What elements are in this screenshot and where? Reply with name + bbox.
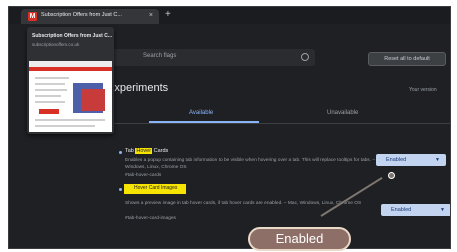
flag-status-select[interactable]: Enabled ▼ bbox=[381, 204, 450, 216]
preview-text-line bbox=[35, 95, 61, 97]
flag-title-suffix: Cards bbox=[152, 148, 169, 154]
dropdown-arrow-icon: ▼ bbox=[435, 157, 440, 163]
flag-status-select[interactable]: Enabled ▼ bbox=[376, 154, 446, 166]
tab-title: Subscription Offers from Just C... bbox=[41, 12, 122, 18]
dropdown-arrow-icon: ▼ bbox=[440, 207, 445, 213]
browser-window: M Subscription Offers from Just C... × +… bbox=[8, 6, 451, 249]
page-title: Experiments bbox=[107, 82, 169, 94]
tab-hover-card: Subscription Offers from Just C... subsc… bbox=[27, 27, 114, 134]
flag-title: Hover Card Images bbox=[134, 185, 178, 191]
tab-available[interactable]: Available bbox=[189, 110, 213, 116]
reset-all-button[interactable]: Reset all to default bbox=[368, 52, 446, 66]
flag-title: Tab Hover Cards bbox=[125, 148, 168, 154]
search-highlight: Hover bbox=[135, 148, 153, 154]
search-placeholder: Search flags bbox=[143, 53, 177, 59]
flag-description: Shows a preview image in tab hover cards… bbox=[125, 201, 362, 206]
version-label: Your version bbox=[409, 87, 437, 93]
tab-strip: M Subscription Offers from Just C... × + bbox=[9, 7, 450, 24]
clear-search-icon[interactable] bbox=[301, 53, 309, 61]
preview-button bbox=[39, 109, 59, 114]
flag-description: Enables a popup containing tab informati… bbox=[125, 158, 387, 170]
hover-card-title: Subscription Offers from Just C... bbox=[32, 33, 113, 39]
favicon-icon: M bbox=[28, 12, 37, 21]
hover-card-preview-image bbox=[29, 61, 112, 132]
flag-link[interactable]: #tab-hover-cards bbox=[125, 173, 161, 178]
flag-bullet-icon bbox=[119, 188, 122, 191]
preview-text-line bbox=[35, 77, 69, 79]
flag-title-highlight: Hover Card Images bbox=[124, 184, 186, 194]
close-icon[interactable]: × bbox=[149, 12, 153, 20]
select-value: Enabled bbox=[391, 207, 412, 213]
divider bbox=[114, 123, 450, 124]
browser-tab[interactable]: M Subscription Offers from Just C... × bbox=[21, 9, 159, 24]
flag-link[interactable]: #tab-hover-card-images bbox=[125, 216, 176, 221]
callout-connector bbox=[320, 176, 383, 217]
preview-text-line bbox=[35, 125, 95, 127]
flag-bullet-icon bbox=[119, 151, 122, 154]
preview-product-image bbox=[81, 89, 105, 111]
select-value: Enabled bbox=[386, 157, 407, 163]
flag-title-prefix: Tab bbox=[125, 148, 136, 154]
callout-pointer-dot bbox=[388, 172, 395, 179]
tab-unavailable[interactable]: Unavailable bbox=[327, 110, 358, 116]
preview-text-line bbox=[35, 83, 65, 85]
preview-banner bbox=[29, 67, 112, 71]
enabled-callout: Enabled bbox=[248, 227, 351, 251]
preview-text-line bbox=[35, 89, 67, 91]
hover-card-url: subscriptionoffers.co.uk bbox=[32, 42, 80, 47]
preview-text-line bbox=[35, 101, 65, 103]
new-tab-button[interactable]: + bbox=[165, 9, 171, 21]
preview-text-line bbox=[35, 119, 105, 121]
